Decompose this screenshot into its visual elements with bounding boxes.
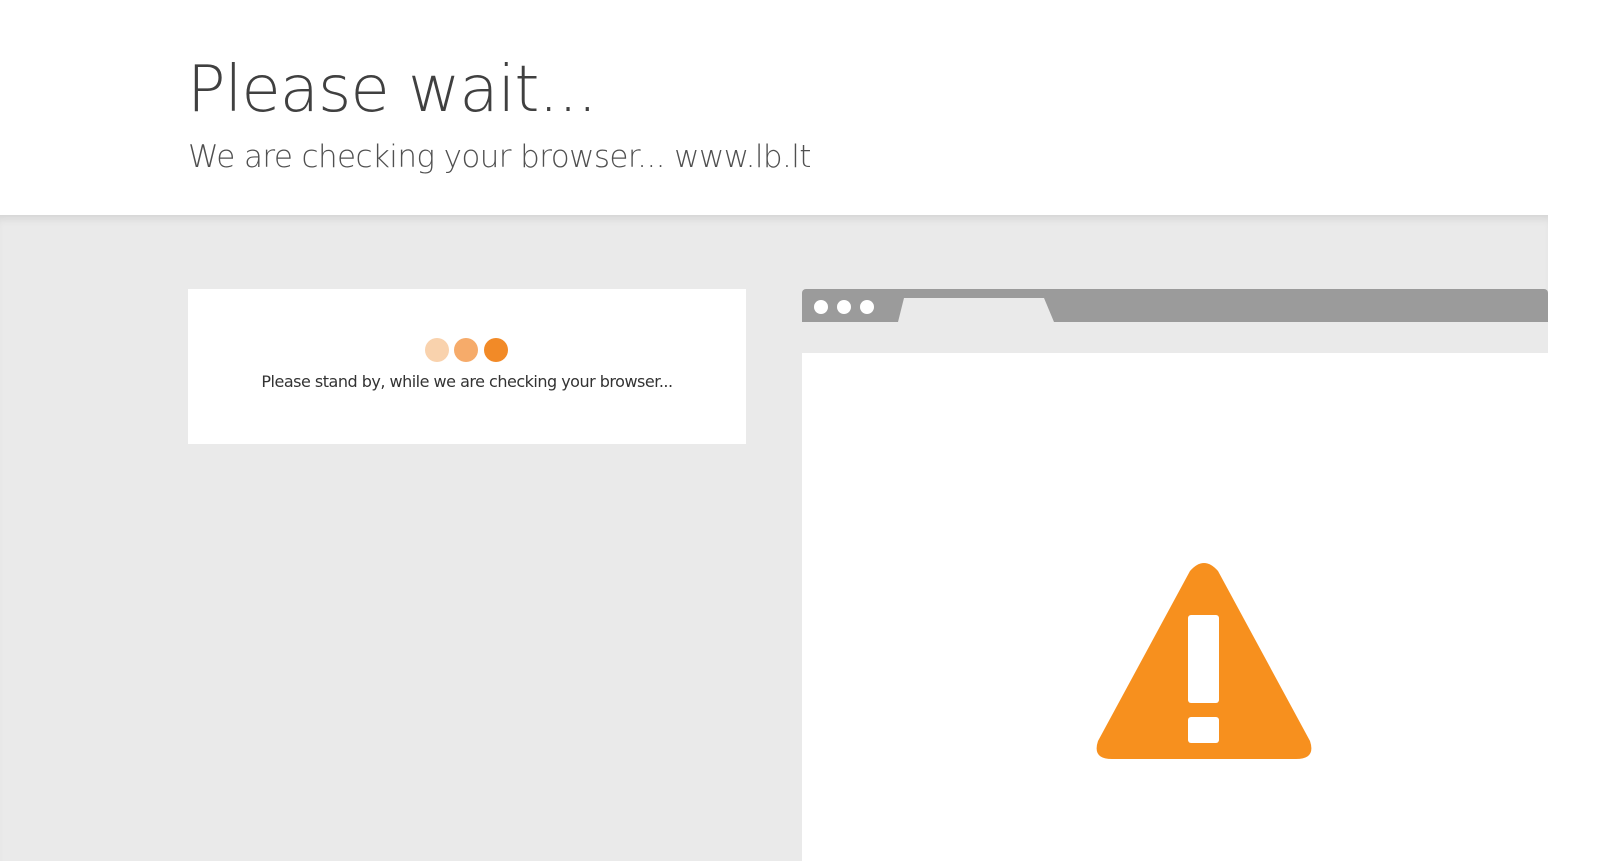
page-header: Please wait... We are checking your brow… — [0, 0, 1603, 215]
exclamation-dot — [1188, 717, 1219, 743]
status-card: Please stand by, while we are checking y… — [188, 289, 746, 444]
window-dot-icon — [814, 300, 828, 314]
status-message: Please stand by, while we are checking y… — [261, 372, 673, 391]
window-dot-icon — [837, 300, 851, 314]
page-title: Please wait... — [187, 53, 597, 127]
browser-illustration — [802, 289, 1548, 861]
browser-toolbar — [802, 322, 1548, 353]
page-subtitle: We are checking your browser... www.lb.l… — [188, 139, 811, 175]
browser-chrome — [802, 289, 1548, 322]
loader-dot-1 — [425, 338, 449, 362]
loader-dot-3 — [484, 338, 508, 362]
right-gutter — [1548, 215, 1603, 861]
browser-viewport — [802, 353, 1548, 861]
loader-dot-2 — [454, 338, 478, 362]
browser-tab — [898, 298, 1054, 322]
loading-indicator — [425, 338, 509, 362]
exclamation-bar — [1188, 615, 1219, 703]
warning-icon — [1096, 563, 1312, 759]
window-dot-icon — [860, 300, 874, 314]
